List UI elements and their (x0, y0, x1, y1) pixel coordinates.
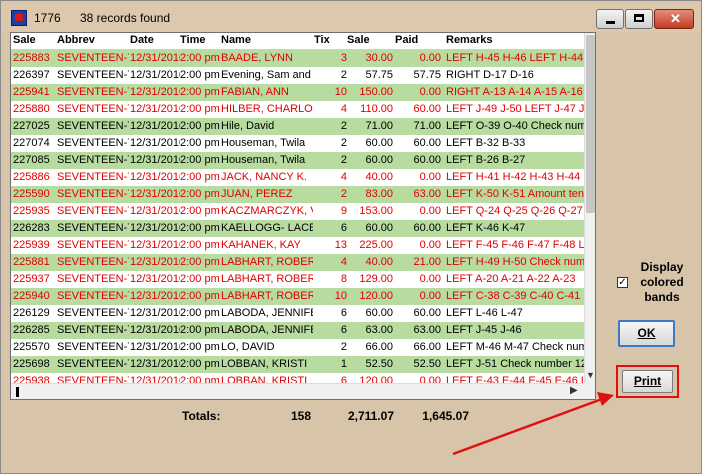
annotation-arrow-icon (452, 392, 614, 456)
records-window: 1776 38 records found ✕ Sale Abbrev Date… (0, 0, 702, 474)
